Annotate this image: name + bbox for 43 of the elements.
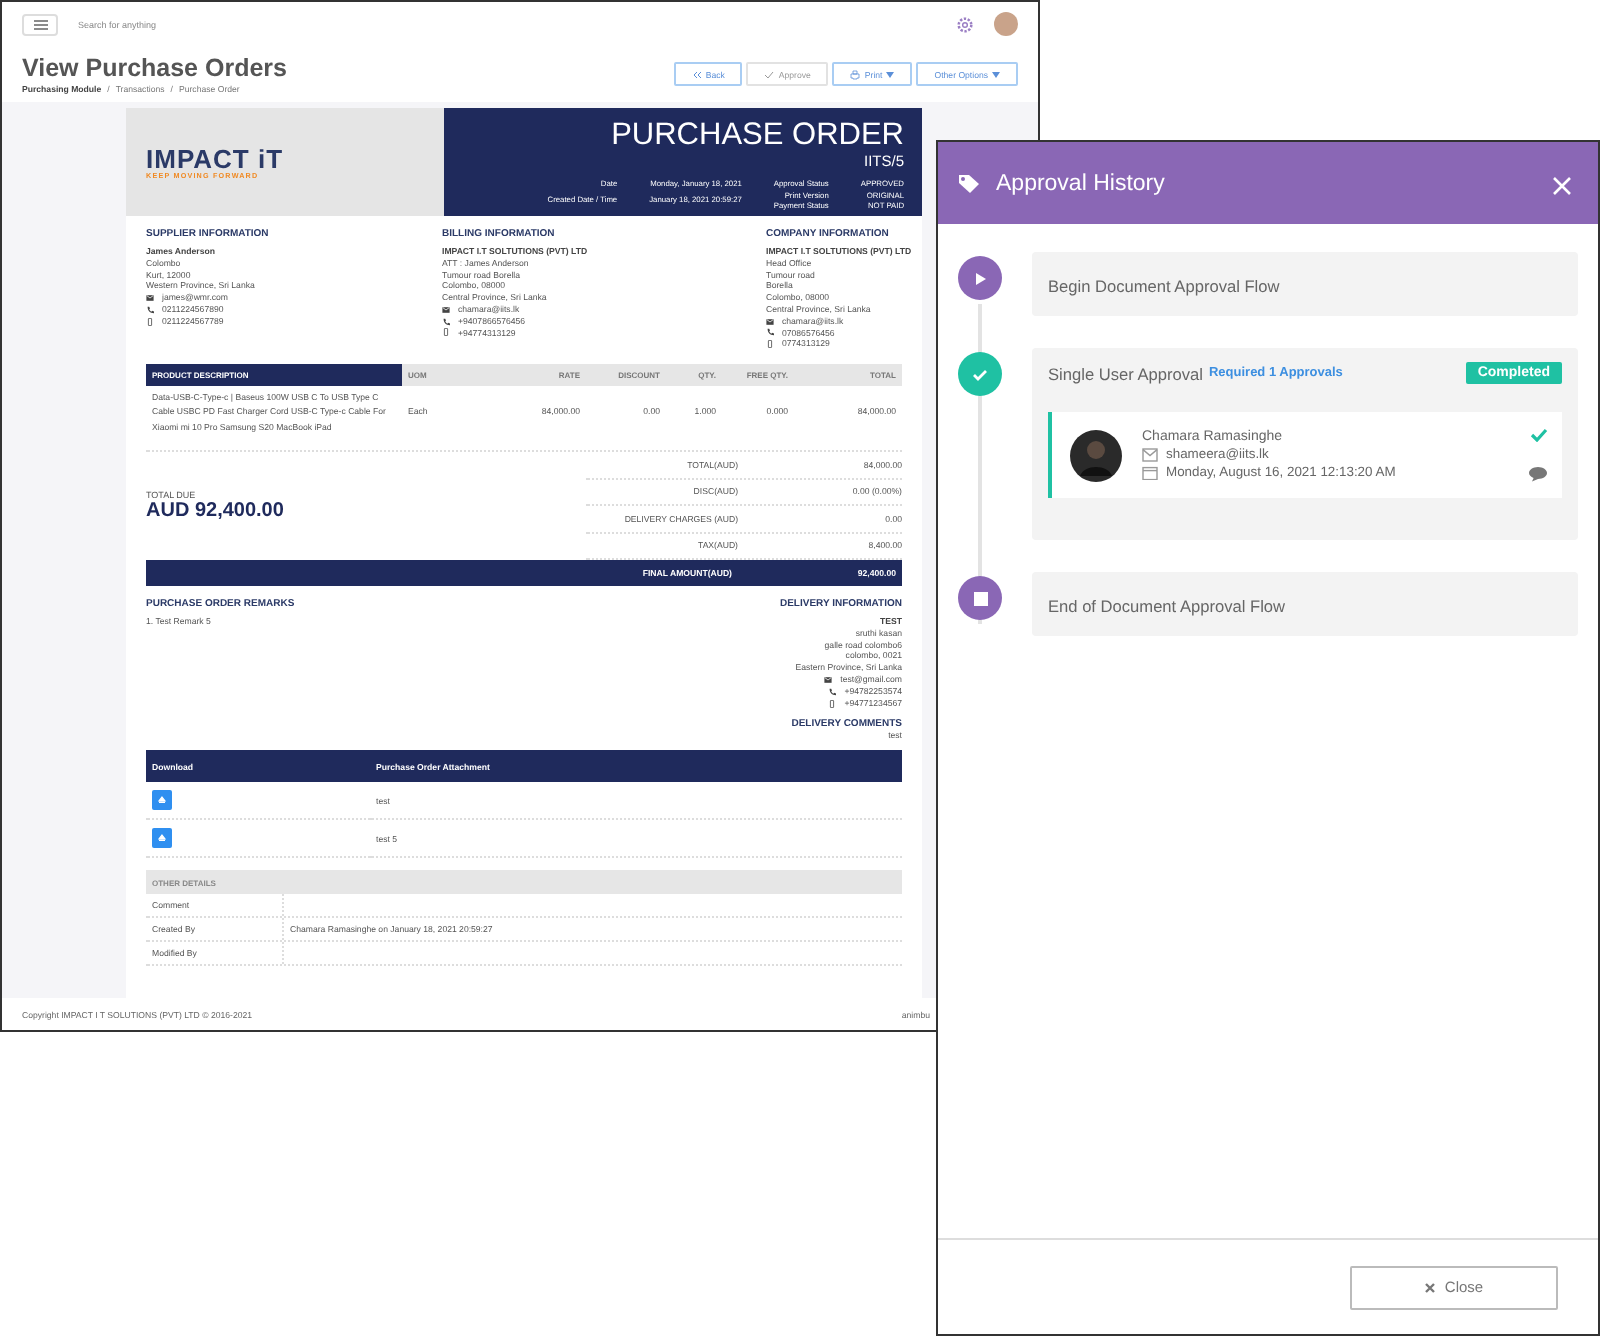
upload-icon [158,834,166,843]
envelope-icon [146,294,154,303]
step-title: End of Document Approval Flow [1048,596,1286,616]
check-icon [958,352,1002,396]
calendar-icon [1142,466,1158,480]
step-title: Begin Document Approval Flow [1048,276,1280,296]
download-button[interactable] [152,790,172,811]
envelope-icon [824,675,833,684]
menu-icon [33,19,47,29]
phone-icon [766,328,774,337]
close-icon [1424,1281,1437,1293]
settings-icon[interactable] [956,15,974,33]
printer-icon [850,69,861,79]
phone-icon [442,317,450,326]
total-due-amount: AUD 92,400.00 [146,500,286,523]
caret-icon [992,71,1000,77]
mobile-icon [766,340,774,349]
comment-icon[interactable] [1528,466,1548,482]
menu-button[interactable] [22,13,58,35]
mobile-icon [146,317,154,326]
envelope-icon [442,305,450,314]
phone-icon [828,687,837,696]
envelope-icon [1142,448,1158,462]
logo-name: IMPACT iT [146,145,286,171]
stop-icon [958,576,1002,620]
avatar-icon [1070,429,1122,481]
tag-icon [958,173,982,193]
play-icon [958,256,1002,300]
back-icon [691,69,702,79]
panel-title: Approval History [996,171,1165,195]
download-button[interactable] [152,828,172,849]
page-title: View Purchase Orders [22,54,287,82]
upload-icon [158,796,166,805]
document-title: PURCHASE ORDER [611,118,904,153]
step-title: Single User Approval [1048,363,1203,383]
mobile-icon [442,328,450,337]
envelope-icon [766,317,774,326]
close-icon[interactable] [1550,171,1574,195]
mobile-icon [828,699,837,708]
caret-icon [886,71,895,77]
avatar-icon[interactable] [994,12,1018,36]
check-icon [764,69,775,79]
phone-icon [146,305,154,314]
